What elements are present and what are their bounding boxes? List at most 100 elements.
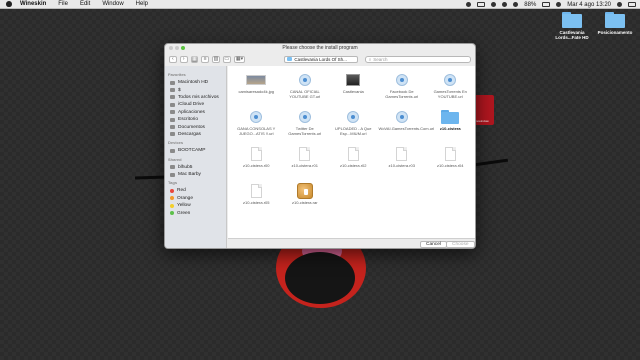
close-button[interactable] [169,46,173,50]
sidebar-item-documents[interactable]: Documentos [168,123,226,130]
file-item[interactable]: UPLOADED - A Que Esp...MIUM.url [329,109,378,146]
forward-button[interactable]: › [179,55,188,63]
file-browser: camisaresado4k.jpg CANAL OFICIAL YOUTUBE … [228,66,475,238]
icon-view-button[interactable]: ▦ [190,55,199,63]
file-item[interactable]: z10-cistera [426,109,475,146]
sidebar-item-all-files[interactable]: Todos mis archivos [168,94,226,101]
document-icon [440,146,460,162]
folder-icon [605,12,625,28]
dialog-titlebar[interactable]: Please choose the install program [165,44,475,52]
file-item[interactable]: z10-cistera.r03 [378,146,427,183]
sidebar-item-bootcamp[interactable]: BOOTCAMP [168,147,226,154]
sidebar-item-label: Aplicaciones [178,109,205,115]
menubar: Wineskin File Edit Window Help 88% Mar 4… [0,0,640,9]
clock[interactable]: Mar 4 ago 13:20 [567,2,611,8]
sidebar-tag-orange[interactable]: Orange [168,195,226,202]
file-item-label: z10-cistera.rar [291,200,318,205]
home-icon [170,88,175,93]
cloud-icon [170,102,175,107]
file-item[interactable]: z10-cistera.r05 [232,183,281,220]
choose-button[interactable]: Choose [446,241,475,248]
file-item[interactable]: GamesTorrents En YOUTUBE.url [426,72,475,109]
all-files-icon [170,95,175,100]
notification-icon[interactable] [466,2,472,7]
sidebar-item-applications[interactable]: Aplicaciones [168,109,226,116]
sidebar-tag-yellow[interactable]: Yellow [168,202,226,209]
battery-percent[interactable]: 88% [524,2,536,8]
battery-icon[interactable] [542,2,551,7]
sidebar-item-desktop[interactable]: Escritorio [168,116,226,123]
file-item[interactable]: GANA CONSOLAS Y JUEGO...ATIS !!.url [232,109,281,146]
display-icon[interactable] [477,2,486,7]
file-item[interactable]: Twitter De GamesTorrents.url [281,109,330,146]
back-button[interactable]: ‹ [169,55,177,63]
sidebar-item-label: Yellow [177,203,191,209]
dialog-title: Please choose the install program [282,45,358,51]
desktop-folder-posicionamento[interactable]: Posicionamento [593,12,637,35]
sidebar-item-blhub5[interactable]: blhub5 [168,164,226,171]
menu-file[interactable]: File [58,1,68,7]
file-item[interactable]: z10-cistera.r02 [329,146,378,183]
sync-icon[interactable] [491,2,497,7]
file-item[interactable]: Castlevania [329,72,378,109]
file-item[interactable]: WoVAI.GamesTorrents.Com.url [378,109,435,146]
cover-flow-button[interactable]: ▭ [222,55,231,63]
file-item-label: WoVAI.GamesTorrents.Com.url [378,126,435,131]
menu-edit[interactable]: Edit [80,1,90,7]
path-popup[interactable]: Castlevania Lords Of Sh... [284,55,358,63]
column-view-button[interactable]: ▥ [212,55,220,63]
sidebar-item-label: Orange [177,195,193,201]
file-item-label: GamesTorrents En YOUTUBE.url [433,89,467,99]
sidebar: Favorites Macintosh HD $ Todos mis archi… [165,66,227,248]
sidebar-item-icloud-drive[interactable]: iCloud Drive [168,101,226,108]
sidebar-tag-red[interactable]: Red [168,187,226,194]
sidebar-item-downloads[interactable]: Descargas [168,131,226,138]
status-tray: 88% Mar 4 ago 13:20 [466,0,636,9]
wifi-icon[interactable] [502,2,508,7]
menu-window[interactable]: Window [102,1,123,7]
file-item[interactable]: camisaresado4k.jpg [232,72,281,109]
notification-center-icon[interactable] [628,2,636,7]
file-item-label: CANAL OFICIAL YOUTUBE GT.url [289,89,321,99]
network-computer-icon [170,165,175,170]
sidebar-tag-green[interactable]: Green [168,209,226,216]
sidebar-item-mac-barby[interactable]: Mac Barby [168,171,226,178]
file-thumbnail [246,72,267,88]
window-controls [169,46,185,50]
file-item-label: camisaresado4k.jpg [238,89,275,94]
file-item[interactable]: z10-cistera.r04 [426,146,475,183]
file-item[interactable]: z10-cistera.r00 [232,146,281,183]
apple-icon[interactable] [6,1,12,7]
sidebar-item-macintosh-hd[interactable]: Macintosh HD [168,79,226,86]
arrange-button[interactable]: ▦▾ [233,55,246,63]
wine-mascot-arm-left [134,175,168,180]
file-item-label: z10-cistera [439,126,461,131]
sidebar-item-label: Macintosh HD [178,80,209,86]
menu-help[interactable]: Help [136,1,148,7]
file-item-label: Twitter De GamesTorrents.url [288,126,322,136]
cancel-button[interactable]: Cancel [420,241,447,248]
zoom-button[interactable] [181,46,185,50]
language-icon[interactable] [556,2,562,7]
file-item-label: z10-cistera.r03 [388,163,415,168]
file-item[interactable]: z10-cistera.r01 [281,146,330,183]
volume-icon[interactable] [513,2,519,7]
sidebar-item-label: Mac Barby [178,172,201,178]
search-field[interactable]: ⌕ Search [364,55,471,63]
sidebar-item-dollar[interactable]: $ [168,86,226,93]
sidebar-item-label: BOOTCAMP [178,148,206,154]
network-computer-icon [170,172,175,177]
spotlight-icon[interactable] [617,2,622,7]
file-item[interactable]: Facebook De GamesTorrents.url [378,72,427,109]
list-view-button[interactable]: ≡ [201,55,210,63]
minimize-button[interactable] [175,46,179,50]
desktop-folder-castlevania[interactable]: Castlevania Lords...Fate HD [550,12,594,40]
downloads-icon [170,132,175,137]
file-item[interactable]: CANAL OFICIAL YOUTUBE GT.url [281,72,330,109]
wine-mascot-arm-right [473,158,509,167]
menu-app-name[interactable]: Wineskin [20,1,46,7]
search-icon: ⌕ [368,56,372,62]
archive-icon [295,183,315,199]
file-item[interactable]: z10-cistera.rar [281,183,330,220]
hard-drive-icon [170,148,175,153]
